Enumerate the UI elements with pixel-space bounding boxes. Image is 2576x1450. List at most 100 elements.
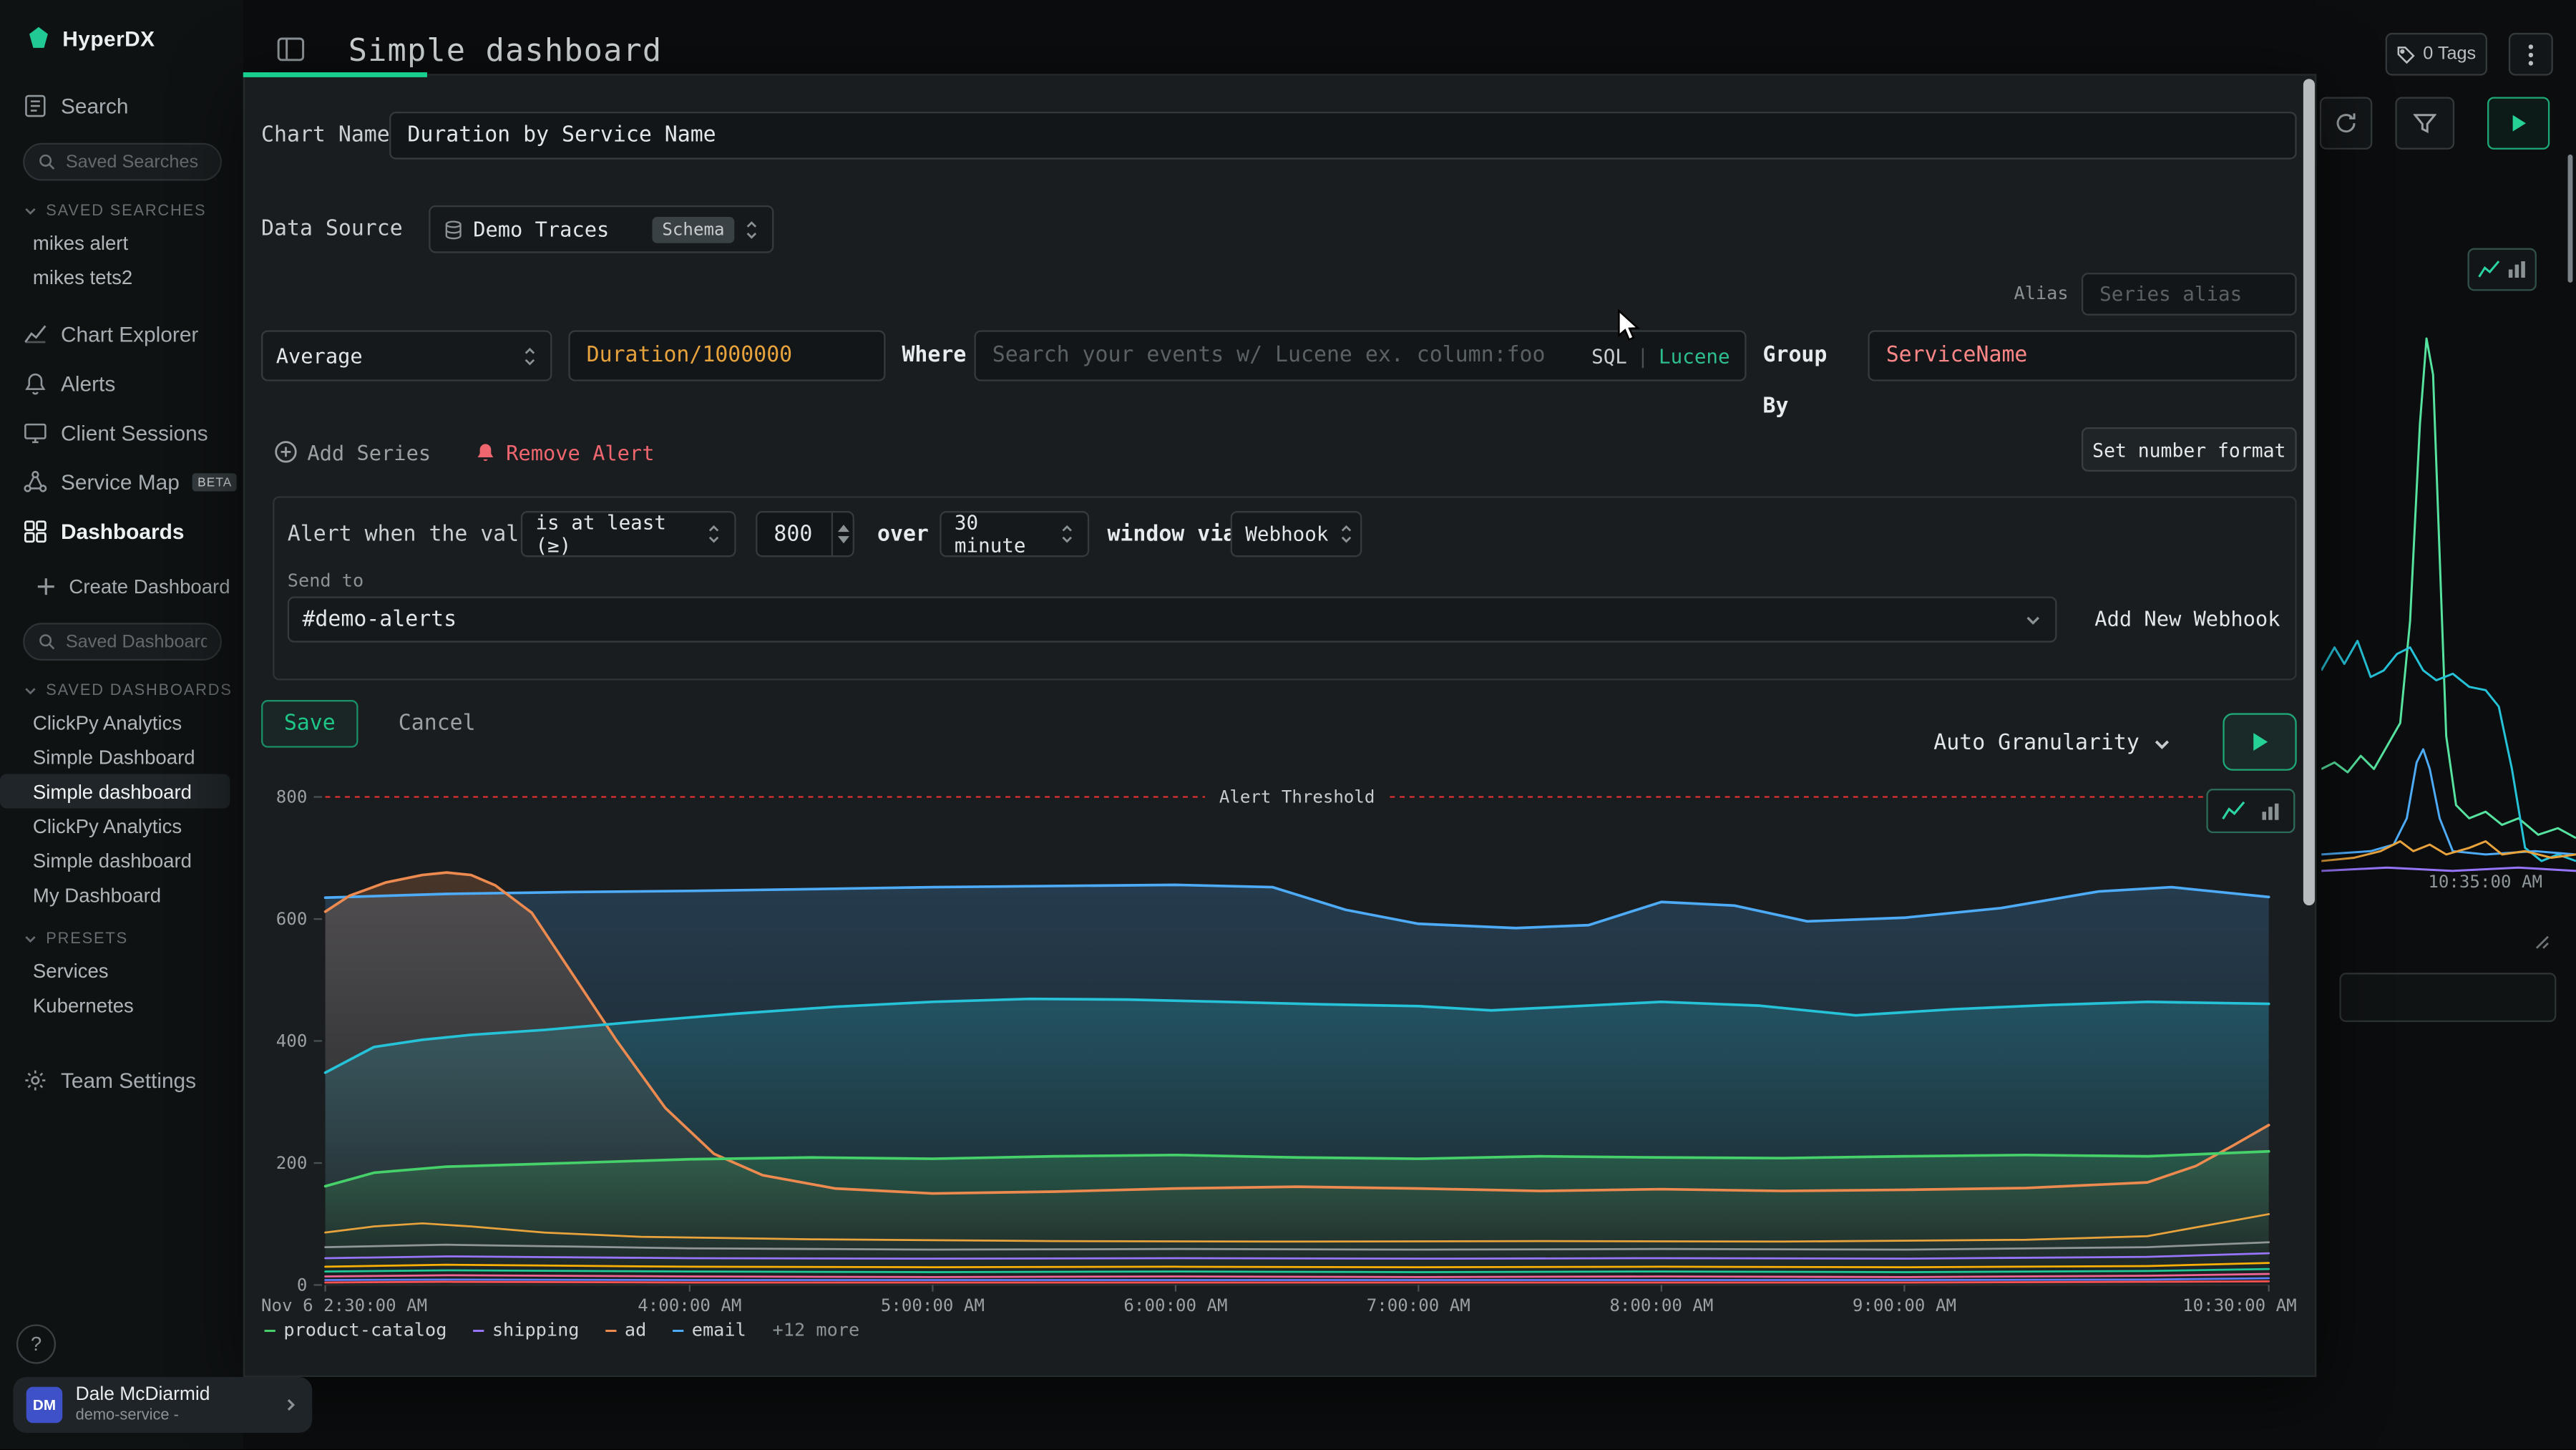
sidebar-item-service-map[interactable]: Service Map BETA	[23, 467, 243, 496]
more-options-button[interactable]	[2509, 33, 2553, 76]
preset-item[interactable]: Kubernetes	[0, 988, 243, 1022]
alias-input[interactable]	[2082, 273, 2297, 316]
alert-condition-value: is at least (≥)	[535, 511, 696, 557]
select-chevrons-icon	[1338, 522, 1353, 545]
saved-dashboard-item[interactable]: Simple dashboard	[0, 774, 230, 808]
window-via-label: window via	[1107, 522, 1236, 547]
section-label: SAVED DASHBOARDS	[46, 682, 233, 700]
saved-searches-header[interactable]: SAVED SEARCHES	[23, 202, 243, 220]
aggregation-select[interactable]: Average	[261, 330, 552, 381]
sidebar: HyperDX Search SAVED SEARCHES mikes aler…	[0, 0, 243, 1449]
saved-dashboard-item[interactable]: ClickPy Analytics	[0, 705, 243, 739]
legend-item[interactable]: —product-catalog	[265, 1320, 447, 1341]
add-new-webhook-button[interactable]: Add New Webhook	[2094, 606, 2280, 631]
set-number-format-label: Set number format	[2092, 438, 2285, 461]
cancel-button[interactable]: Cancel	[389, 700, 484, 748]
data-source-label: Data Source	[261, 217, 403, 241]
sidebar-item-client-sessions[interactable]: Client Sessions	[23, 417, 243, 447]
plus-icon	[36, 577, 57, 597]
number-stepper[interactable]	[831, 512, 853, 555]
data-source-select[interactable]: Demo Traces Schema	[429, 205, 774, 253]
database-icon	[444, 220, 464, 240]
page-scrollbar[interactable]	[2568, 155, 2573, 283]
saved-searches-input[interactable]	[66, 152, 207, 172]
modal-accent-bar	[243, 72, 427, 77]
svg-text:600: 600	[276, 909, 308, 929]
sidebar-item-label: Search	[61, 93, 129, 117]
saved-dashboard-item[interactable]: My Dashboard	[0, 877, 243, 912]
set-number-format-button[interactable]: Set number format	[2082, 427, 2297, 472]
toggle-divider: |	[1637, 344, 1649, 367]
save-label: Save	[284, 711, 336, 736]
select-chevrons-icon	[1060, 522, 1075, 545]
granularity-select[interactable]: Auto Granularity	[1933, 720, 2172, 768]
create-dashboard-button[interactable]: Create Dashboard	[36, 572, 243, 601]
gear-icon	[23, 1067, 47, 1091]
saved-dashboard-item[interactable]: ClickPy Analytics	[0, 809, 243, 843]
tags-button[interactable]: 0 Tags	[2386, 33, 2487, 76]
group-by-label: Group By	[1763, 330, 1865, 381]
saved-dashboards-searchbox[interactable]	[23, 623, 222, 661]
legend-dash: —	[473, 1320, 484, 1341]
legend-item[interactable]: —email	[673, 1320, 746, 1341]
saved-dashboards-header[interactable]: SAVED DASHBOARDS	[23, 682, 243, 700]
saved-dashboard-item[interactable]: Simple Dashboard	[0, 739, 243, 774]
sidebar-toggle-button[interactable]	[274, 34, 307, 67]
help-button[interactable]: ?	[16, 1325, 56, 1364]
chart-type-toggle[interactable]	[2206, 789, 2295, 833]
sidebar-item-alerts[interactable]: Alerts	[23, 368, 243, 397]
run-query-button[interactable]	[2487, 97, 2550, 149]
saved-searches-searchbox[interactable]	[23, 143, 222, 181]
saved-search-item[interactable]: mikes alert	[0, 225, 243, 260]
where-search: SQL | Lucene	[974, 330, 1746, 381]
chart-name-input[interactable]	[389, 112, 2297, 160]
alert-window-select[interactable]: 30 minute	[940, 511, 1089, 557]
saved-search-item[interactable]: mikes tets2	[0, 260, 243, 294]
duration-chart[interactable]: 0200400600800Nov 6 2:30:00 AM4:00:00 AM5…	[261, 774, 2297, 1316]
run-chart-button[interactable]	[2223, 713, 2296, 770]
sidebar-item-dashboards[interactable]: Dashboards	[23, 516, 243, 545]
group-by-input[interactable]	[1868, 330, 2296, 381]
page-title: Simple dashboard	[348, 33, 663, 69]
resize-handle-icon[interactable]	[2530, 930, 2550, 950]
user-menu[interactable]: DM Dale McDiarmid demo-service -	[13, 1377, 312, 1433]
avatar: DM	[26, 1387, 63, 1424]
sql-toggle[interactable]: SQL	[1591, 344, 1627, 367]
remove-alert-button[interactable]: Remove Alert	[475, 434, 655, 470]
modal-scrollbar[interactable]	[2303, 79, 2315, 905]
presets-list: ServicesKubernetes	[0, 953, 243, 1022]
legend-dash: —	[605, 1320, 616, 1341]
app: HyperDX Search SAVED SEARCHES mikes aler…	[0, 0, 2576, 1449]
search-icon	[38, 633, 56, 651]
filter-button[interactable]	[2395, 97, 2454, 149]
sidebar-item-label: Service Map	[61, 469, 180, 493]
bar-chart-icon[interactable]	[2260, 801, 2280, 821]
saved-dashboard-item[interactable]: Simple dashboard	[0, 843, 243, 877]
chart-editor-modal: Chart Name Data Source Demo Traces Schem…	[243, 74, 2316, 1377]
add-series-button[interactable]: Add Series	[274, 434, 431, 470]
stepper-down-icon[interactable]	[837, 535, 849, 543]
sidebar-item-team-settings[interactable]: Team Settings	[23, 1065, 243, 1094]
save-button[interactable]: Save	[261, 700, 358, 748]
webhook-select[interactable]: #demo-alerts	[288, 596, 2057, 642]
legend-item[interactable]: +12 more	[773, 1320, 860, 1341]
alert-channel-select[interactable]: Webhook	[1231, 511, 1362, 557]
sidebar-item-chart-explorer[interactable]: Chart Explorer	[23, 318, 243, 348]
lucene-toggle[interactable]: Lucene	[1659, 344, 1730, 367]
schema-badge[interactable]: Schema	[653, 216, 735, 243]
sidebar-item-search[interactable]: Search	[23, 90, 243, 120]
background-chart	[2321, 276, 2576, 884]
alert-condition-select[interactable]: is at least (≥)	[521, 511, 736, 557]
brand[interactable]: HyperDX	[26, 26, 243, 51]
line-chart-icon[interactable]	[2222, 800, 2246, 822]
presets-header[interactable]: PRESETS	[23, 930, 243, 948]
saved-dashboards-input[interactable]	[66, 632, 207, 652]
refresh-button[interactable]	[2320, 97, 2372, 149]
preset-item[interactable]: Services	[0, 953, 243, 988]
monitor-icon	[23, 420, 47, 444]
legend-item[interactable]: —shipping	[473, 1320, 579, 1341]
stepper-up-icon[interactable]	[837, 524, 849, 532]
legend-item[interactable]: —ad	[605, 1320, 646, 1341]
field-input[interactable]	[568, 330, 885, 381]
sidebar-item-label: Client Sessions	[61, 420, 208, 444]
